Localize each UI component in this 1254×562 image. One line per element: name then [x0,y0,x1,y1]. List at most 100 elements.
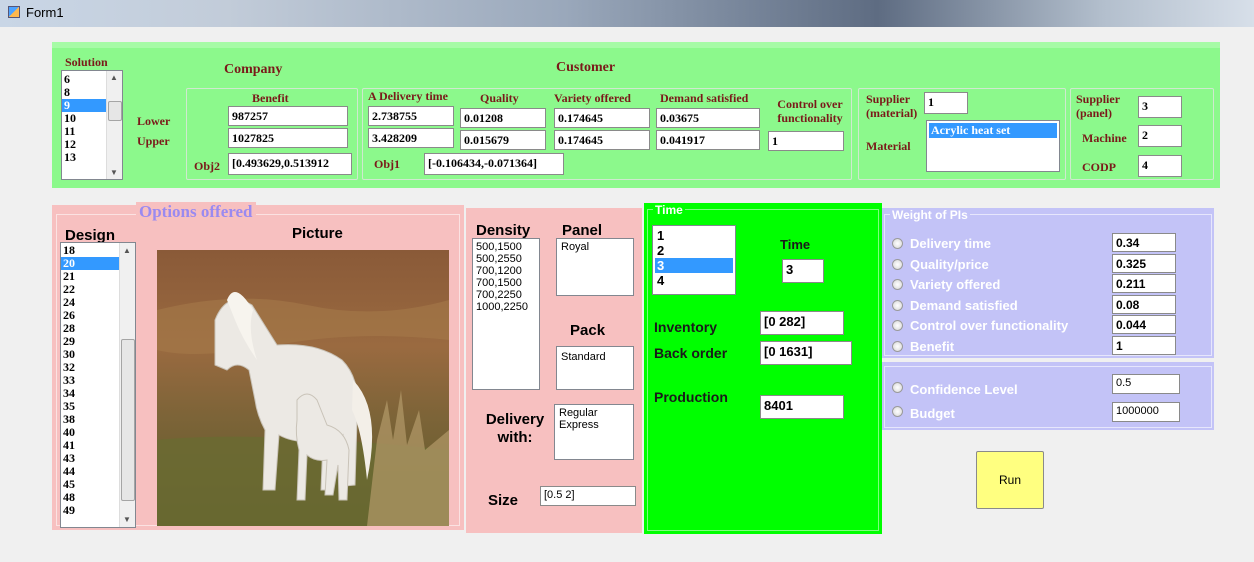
variety-label: Variety offered [554,91,631,105]
panel-label: Panel [562,222,603,239]
scroll-thumb[interactable] [121,339,135,501]
density-list-item[interactable]: 700,2250 [474,289,538,301]
delivery-upper-field[interactable]: 3.428209 [368,128,454,148]
time-group-label: Time [653,203,685,217]
density-list-item[interactable]: 700,1500 [474,277,538,289]
product-panel: Density 500,1500 500,2550 700,1200 700,1500… [466,208,642,533]
scroll-down-icon[interactable]: ▼ [110,168,118,177]
demand-label: Demand satisfied [660,91,749,105]
confidence-radio[interactable] [892,382,903,393]
delivery-lower-field[interactable]: 2.738755 [368,106,454,126]
time-list-item[interactable]: 3 [655,258,733,273]
weight-delivery-field[interactable]: 0.34 [1112,233,1176,252]
weight-control-radio[interactable] [892,320,903,331]
design-list-item[interactable]: 49 [61,504,120,517]
variety-upper-field[interactable]: 0.174645 [554,130,650,150]
delivery-list-item[interactable]: Regular [557,407,631,419]
codp-label: CODP [1082,160,1116,174]
density-list-item[interactable]: 500,1500 [474,241,538,253]
benefit-label: Benefit [252,91,289,105]
weight-demand-radio[interactable] [892,299,903,311]
obj1-label: Obj1 [374,157,401,171]
scroll-up-icon[interactable]: ▲ [110,73,118,82]
solution-list[interactable]: 6 8 9 10 11 12 13 ▲ ▼ [61,70,123,180]
obj1-field[interactable]: [-0.106434,-0.071364] [424,153,564,175]
weight-control-label: Control over functionality [910,318,1069,333]
inventory-field[interactable]: [0 282] [760,311,844,335]
solution-scrollbar[interactable]: ▲ ▼ [106,71,122,179]
run-label: Run [998,473,1021,487]
confidence-label: Confidence Level [910,382,1018,397]
production-field[interactable]: 8401 [760,395,844,419]
company-label: Company [224,62,283,77]
budget-radio[interactable] [892,406,903,417]
demand-upper-field[interactable]: 0.041917 [656,130,760,150]
variety-lower-field[interactable]: 0.174645 [554,108,650,128]
budget-field[interactable]: 1000000 [1112,402,1180,422]
horse-picture [157,250,449,526]
delivery-with-label: Delivery with: [485,411,545,446]
control-field[interactable]: 1 [768,131,844,151]
confidence-panel: Confidence Level 0.5 Budget 1000000 [882,362,1214,430]
pack-label: Pack [570,322,606,339]
density-list-item[interactable]: 700,1200 [474,265,538,277]
run-button[interactable]: Run [976,451,1044,509]
delivery-list-item[interactable]: Express [557,419,631,431]
scroll-up-icon[interactable]: ▲ [123,246,131,255]
options-title: Options offered [136,202,256,222]
panel-list[interactable]: Royal [556,238,634,296]
quality-upper-field[interactable]: 0.015679 [460,130,546,150]
time-list-item[interactable]: 1 [655,228,733,243]
backorder-field[interactable]: [0 1631] [760,341,852,365]
weight-variety-radio[interactable] [892,279,903,290]
solution-list-item[interactable]: 13 [62,151,107,164]
time-list-item[interactable]: 4 [655,273,733,288]
codp-field[interactable]: 4 [1138,155,1182,177]
panel-list-item[interactable]: Royal [559,241,631,254]
delivery-list[interactable]: Regular Express [554,404,634,460]
benefit-upper-field[interactable]: 1027825 [228,128,348,148]
supplier-panel-field[interactable]: 3 [1138,96,1182,118]
window-title: Form1 [26,5,64,20]
weight-quality-radio[interactable] [892,258,903,270]
weight-benefit-radio[interactable] [892,340,903,352]
time-field[interactable]: 3 [782,259,824,283]
density-list-item[interactable]: 500,2550 [474,253,538,265]
supplier-material-field[interactable]: 1 [924,92,968,114]
top-panel: Solution 6 8 9 10 11 12 13 ▲ ▼ Company Custome… [52,42,1220,188]
material-list-item[interactable]: Acrylic heat set [929,123,1057,138]
pack-list-item[interactable]: Standard [559,351,631,364]
weight-demand-field[interactable]: 0.08 [1112,294,1176,314]
material-label: Material [866,139,911,153]
obj2-field[interactable]: [0.493629,0.513912 [228,153,352,175]
weight-benefit-label: Benefit [910,338,955,354]
time-list-item[interactable]: 2 [655,243,733,258]
weight-quality-label: Quality/price [910,256,989,272]
material-list[interactable]: Acrylic heat set [926,120,1060,172]
scroll-down-icon[interactable]: ▼ [123,515,131,524]
weight-quality-field[interactable]: 0.325 [1112,253,1176,273]
demand-lower-field[interactable]: 0.03675 [656,108,760,128]
supplier-material-label: Supplier (material) [866,92,918,120]
confidence-field[interactable]: 0.5 [1112,374,1180,394]
pack-list[interactable]: Standard [556,346,634,390]
weight-control-field[interactable]: 0.044 [1112,315,1176,334]
weight-benefit-field[interactable]: 1 [1112,335,1176,355]
time-list[interactable]: 1234 [652,225,736,295]
weight-delivery-radio[interactable] [892,238,903,249]
weight-variety-field[interactable]: 0.211 [1112,274,1176,293]
scroll-thumb[interactable] [108,101,122,121]
size-field[interactable]: [0.5 2] [540,486,636,506]
obj2-label: Obj2 [194,159,221,173]
density-list-item[interactable]: 1000,2250 [474,301,538,313]
production-label: Production [654,389,728,405]
benefit-lower-field[interactable]: 987257 [228,106,348,126]
design-scrollbar[interactable]: ▲ ▼ [119,243,135,527]
inventory-label: Inventory [654,319,718,335]
design-list[interactable]: 18 20 21 22 24 26 28 29 30 32 33 34 35 38 40 41 43 44 45 48… [60,242,136,528]
supplier-panel-label: Supplier (panel) [1076,92,1120,120]
machine-field[interactable]: 2 [1138,125,1182,147]
density-list[interactable]: 500,1500 500,2550 700,1200 700,1500 700,2250… [472,238,540,390]
quality-lower-field[interactable]: 0.01208 [460,108,546,128]
options-panel: Options offered Design Picture 18 20 21 22 2… [52,202,464,530]
